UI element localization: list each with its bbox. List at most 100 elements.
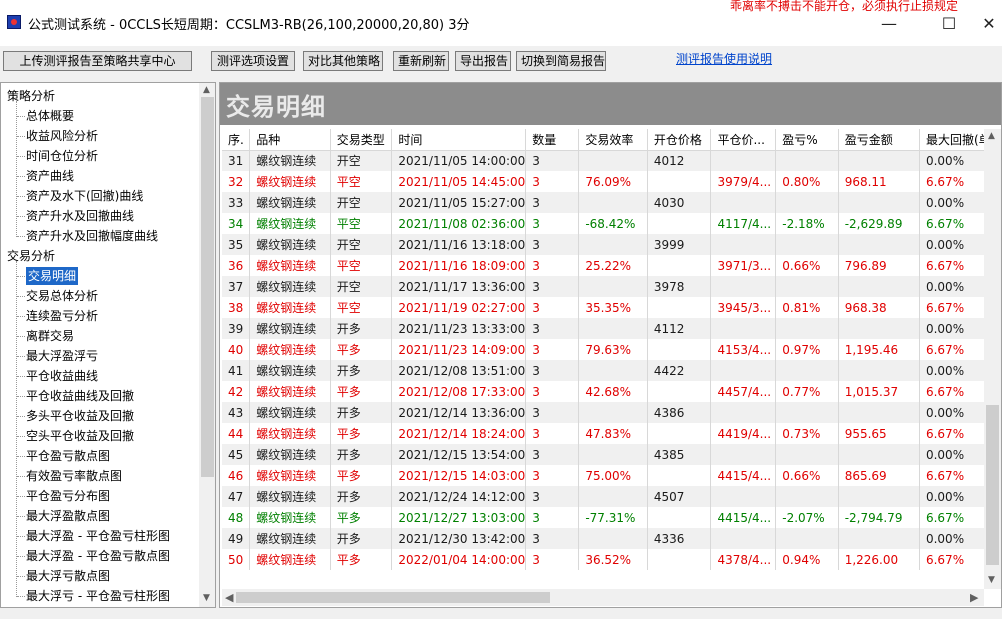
table-cell: 0.00% — [919, 402, 992, 423]
column-header[interactable]: 交易效率 — [578, 129, 648, 151]
tree-item[interactable]: 平仓盈亏散点图 — [26, 447, 110, 465]
tree-item[interactable]: 多头平仓收益及回撤 — [26, 407, 134, 425]
table-cell — [578, 444, 648, 465]
table-cell: 3 — [525, 381, 580, 402]
tree-item[interactable]: 交易明细 — [26, 267, 79, 285]
table-row[interactable]: 37 螺纹钢连续 开空 2021/11/17 13:36:00 3 3978 0.00% — [222, 276, 992, 297]
export-report-button[interactable]: 导出报告 — [455, 51, 511, 71]
table-horizontal-scrollbar[interactable]: ◀ ▶ — [222, 589, 984, 606]
column-header[interactable]: 数量 — [525, 129, 580, 151]
table-vertical-scrollbar[interactable]: ▲ ▼ — [984, 129, 1001, 589]
table-row[interactable]: 44 螺纹钢连续 平多 2021/12/14 18:24:00 3 47.83% 4419/… — [222, 423, 992, 444]
table-row[interactable]: 50 螺纹钢连续 平多 2022/01/04 14:00:00 3 36.52% 4378/… — [222, 549, 992, 570]
maximize-button[interactable]: ☐ — [926, 10, 972, 38]
table-row[interactable]: 47 螺纹钢连续 开多 2021/12/24 14:12:00 3 4507 0.00% — [222, 486, 992, 507]
tree-item[interactable]: 资产曲线 — [26, 167, 74, 185]
test-options-button[interactable]: 测评选项设置 — [211, 51, 295, 71]
tree-item[interactable]: 连续盈亏分析 — [26, 307, 98, 325]
tree-item[interactable]: 平仓收益曲线及回撤 — [26, 387, 134, 405]
column-header[interactable]: 品种 — [249, 129, 331, 151]
tree-item[interactable]: 收益风险分析 — [26, 127, 98, 145]
table-cell — [647, 213, 712, 234]
tree-item[interactable]: 资产升水及回撤幅度曲线 — [26, 227, 158, 245]
table-row[interactable]: 48 螺纹钢连续 平多 2021/12/27 13:03:00 3 -77.31% 4415… — [222, 507, 992, 528]
table-row[interactable]: 31 螺纹钢连续 开空 2021/11/05 14:00:00 3 4012 0.00% — [222, 150, 992, 171]
table-row[interactable]: 33 螺纹钢连续 开空 2021/11/05 15:27:00 3 4030 0.00% — [222, 192, 992, 213]
tree-branch-line — [17, 116, 25, 117]
compare-strategy-button[interactable]: 对比其他策略 — [303, 51, 383, 71]
tree-item[interactable]: 交易总体分析 — [26, 287, 98, 305]
table-row[interactable]: 36 螺纹钢连续 平空 2021/11/16 18:09:00 3 25.22% 3971/… — [222, 255, 992, 276]
table-row[interactable]: 32 螺纹钢连续 平空 2021/11/05 14:45:00 3 76.09% 3979/… — [222, 171, 992, 192]
tree-group-strategy[interactable]: 策略分析 — [7, 87, 55, 105]
table-cell — [710, 234, 777, 255]
minimize-button[interactable]: — — [866, 10, 912, 38]
tree-item[interactable]: 平仓收益曲线 — [26, 367, 98, 385]
tree-item[interactable]: 平仓盈亏分布图 — [26, 487, 110, 505]
table-row[interactable]: 34 螺纹钢连续 平空 2021/11/08 02:36:00 3 -68.42% 4117… — [222, 213, 992, 234]
column-header[interactable]: 序. — [222, 129, 251, 151]
scroll-down-icon[interactable]: ▼ — [203, 593, 210, 603]
table-cell: -2,629.89 — [838, 213, 920, 234]
tree-item[interactable]: 离群交易 — [26, 327, 74, 345]
tree-item[interactable]: 最大浮亏散点图 — [26, 567, 110, 585]
table-cell: 0.00% — [919, 276, 992, 297]
close-button[interactable]: ✕ — [976, 10, 1002, 38]
tree-item[interactable]: 资产及水下(回撤)曲线 — [26, 187, 143, 205]
trade-table: 序. 品种 交易类型 时间 数量 交易效率 开仓价格 平仓价... 盈亏% 盈亏金额 最大回撤(单 … — [222, 129, 992, 570]
column-header[interactable]: 平仓价... — [710, 129, 777, 151]
tree-item[interactable]: 资产升水及回撤曲线 — [26, 207, 134, 225]
table-row[interactable]: 40 螺纹钢连续 平多 2021/11/23 14:09:00 3 79.63% 4153/… — [222, 339, 992, 360]
table-row[interactable]: 46 螺纹钢连续 平多 2021/12/15 14:03:00 3 75.00% 4415/… — [222, 465, 992, 486]
table-row[interactable]: 41 螺纹钢连续 开多 2021/12/08 13:51:00 3 4422 0.00% — [222, 360, 992, 381]
refresh-button[interactable]: 重新刷新 — [393, 51, 449, 71]
table-cell: 6.67% — [919, 213, 992, 234]
table-cell — [838, 192, 920, 213]
tree-item[interactable]: 有效盈亏率散点图 — [26, 467, 122, 485]
table-cell: 3 — [525, 213, 580, 234]
tree-item[interactable]: 最大浮盈散点图 — [26, 507, 110, 525]
tree-item[interactable]: 时间仓位分析 — [26, 147, 98, 165]
table-scroll-down-icon[interactable]: ▼ — [988, 575, 995, 585]
tree-item[interactable]: 总体概要 — [26, 107, 74, 125]
table-row[interactable]: 45 螺纹钢连续 开多 2021/12/15 13:54:00 3 4385 0.00% — [222, 444, 992, 465]
tree-scrollbar[interactable]: ▲ ▼ — [199, 83, 215, 607]
table-scroll-left-icon[interactable]: ◀ — [225, 591, 233, 604]
column-header[interactable]: 交易类型 — [330, 129, 393, 151]
table-row[interactable]: 43 螺纹钢连续 开多 2021/12/14 13:36:00 3 4386 0.00% — [222, 402, 992, 423]
table-row[interactable]: 49 螺纹钢连续 开多 2021/12/30 13:42:00 3 4336 0.00% — [222, 528, 992, 549]
table-cell: 3945/3... — [710, 297, 777, 318]
table-scroll-right-icon[interactable]: ▶ — [970, 591, 978, 604]
column-header[interactable]: 开仓价格 — [647, 129, 712, 151]
table-cell: 32 — [222, 171, 251, 192]
tree-item[interactable]: 空头平仓收益及回撤 — [26, 427, 134, 445]
help-link[interactable]: 测评报告使用说明 — [676, 50, 772, 67]
tree-connector-line — [16, 261, 17, 597]
table-cell: 4415/4... — [710, 507, 777, 528]
table-cell: 0.00% — [919, 318, 992, 339]
table-cell: -2.07% — [775, 507, 839, 528]
table-row[interactable]: 38 螺纹钢连续 平空 2021/11/19 02:27:00 3 35.35% 3945/… — [222, 297, 992, 318]
column-header[interactable]: 最大回撤(单 — [919, 129, 992, 151]
table-vscroll-thumb[interactable] — [986, 405, 999, 565]
tree-item[interactable]: 最大浮盈浮亏 — [26, 347, 98, 365]
upload-report-button[interactable]: 上传测评报告至策略共享中心 — [3, 51, 192, 71]
table-cell: 48 — [222, 507, 251, 528]
table-cell: 44 — [222, 423, 251, 444]
table-cell: 2022/01/04 14:00:00 — [391, 549, 527, 570]
table-hscroll-thumb[interactable] — [236, 592, 550, 603]
column-header[interactable]: 盈亏金额 — [838, 129, 920, 151]
table-row[interactable]: 39 螺纹钢连续 开多 2021/11/23 13:33:00 3 4112 0.00% — [222, 318, 992, 339]
tree-group-trade[interactable]: 交易分析 — [7, 247, 55, 265]
scroll-up-icon[interactable]: ▲ — [203, 85, 210, 95]
table-scroll-up-icon[interactable]: ▲ — [988, 131, 995, 141]
tree-item[interactable]: 最大浮亏 - 平仓盈亏柱形图 — [26, 587, 170, 605]
tree-scroll-thumb[interactable] — [201, 97, 214, 477]
column-header[interactable]: 时间 — [391, 129, 527, 151]
column-header[interactable]: 盈亏% — [775, 129, 839, 151]
table-row[interactable]: 35 螺纹钢连续 开空 2021/11/16 13:18:00 3 3999 0.00% — [222, 234, 992, 255]
table-row[interactable]: 42 螺纹钢连续 平多 2021/12/08 17:33:00 3 42.68% 4457/… — [222, 381, 992, 402]
tree-item[interactable]: 最大浮盈 - 平仓盈亏散点图 — [26, 547, 170, 565]
switch-simple-report-button[interactable]: 切换到简易报告 — [516, 51, 606, 71]
tree-item[interactable]: 最大浮盈 - 平仓盈亏柱形图 — [26, 527, 170, 545]
